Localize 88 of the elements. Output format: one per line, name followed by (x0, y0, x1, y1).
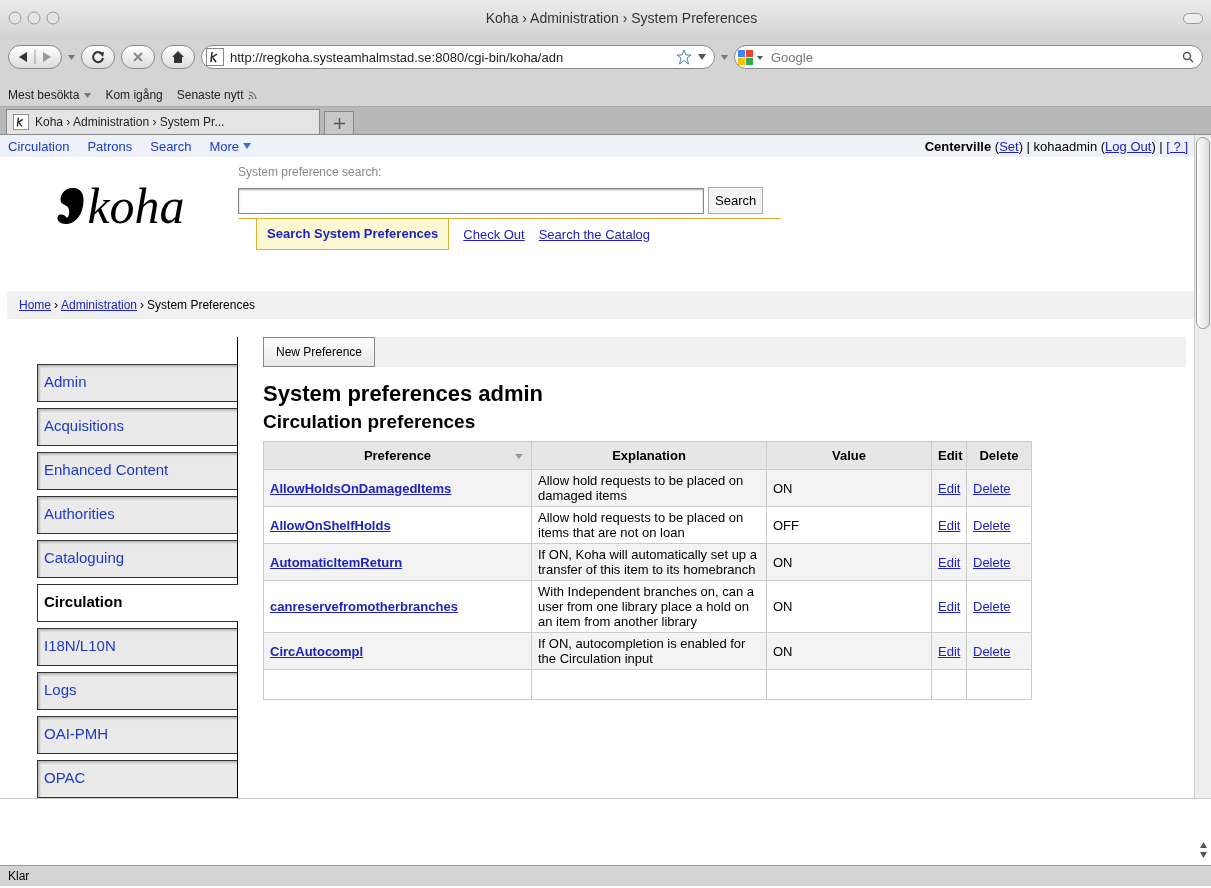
table-cell: ON (766, 580, 932, 633)
preference-link[interactable]: CircAutocompl (270, 643, 364, 659)
reload-icon[interactable] (91, 50, 105, 64)
login-text: ( (993, 138, 1000, 154)
caret-icon[interactable] (243, 143, 252, 149)
breadcrumb-separator: › (140, 298, 145, 312)
table-cell: If ON, Koha will automatically set up a transfer of this item to its homebranch (531, 543, 767, 581)
sidebar-item[interactable]: Circulation (37, 584, 238, 622)
site-favicon-icon (206, 48, 224, 66)
caret-icon[interactable] (721, 54, 728, 60)
window-title: Koha › Administration › System Preferences (484, 10, 759, 26)
browser-tab[interactable]: Koha › Administration › System Pr... (6, 109, 320, 134)
sidebar-item[interactable]: Enhanced Content (37, 452, 237, 490)
nav-link[interactable]: More (209, 138, 252, 154)
caret-icon[interactable] (68, 54, 75, 60)
login-text: ) | kohaadmin ( (1018, 138, 1106, 154)
delete-link[interactable]: Delete (973, 599, 1011, 614)
column-header[interactable]: Delete (966, 441, 1032, 470)
sidebar-item[interactable]: Cataloguing (37, 540, 237, 578)
search-tab[interactable]: Search the Catalog (538, 221, 650, 250)
stop-button[interactable] (121, 45, 155, 69)
sidebar-item[interactable]: Admin (37, 364, 237, 402)
reload-button[interactable] (81, 45, 115, 69)
bookmark-link[interactable]: Senaste nytt (176, 88, 259, 102)
breadcrumb-current: System Preferences (147, 298, 256, 312)
house-icon[interactable] (171, 50, 185, 64)
scroll-arrows-icon[interactable] (1199, 839, 1208, 861)
login-link[interactable]: Log Out (1105, 138, 1152, 154)
sidebar-item[interactable]: I18N/L10N (37, 628, 237, 666)
address-field[interactable]: http://regkoha.systeamhalmstad.se:8080/cgi-bin/koha/adn (201, 45, 715, 69)
table-cell: ON (766, 469, 932, 507)
breadcrumb-link[interactable]: Home (19, 298, 51, 312)
feed-icon[interactable] (248, 90, 259, 100)
status-text: Klar (8, 869, 30, 883)
bookmark-star-icon[interactable] (676, 49, 692, 65)
sidebar-item[interactable]: OAI-PMH (37, 716, 237, 754)
search-bar[interactable]: Google (734, 45, 1203, 69)
search-icon[interactable] (1182, 51, 1194, 63)
bookmark-link[interactable]: Mest besökta (8, 88, 92, 102)
home-button[interactable] (161, 45, 195, 69)
table-cell: Allow hold requests to be placed on damaged items (531, 469, 767, 507)
login-link[interactable]: [ ? ] (1166, 138, 1188, 154)
branch-name: Centerville (924, 138, 992, 154)
plus-icon[interactable] (333, 117, 345, 129)
login-text: ) | (1151, 138, 1164, 154)
breadcrumb-link[interactable]: Administration (61, 298, 138, 312)
sort-caret-icon[interactable] (515, 454, 523, 459)
sidebar-item[interactable]: Acquisitions (37, 408, 237, 446)
preference-search-field[interactable] (238, 187, 704, 214)
sidebar-item[interactable]: Authorities (37, 496, 237, 534)
new-preference-button[interactable]: New Preference (263, 337, 376, 367)
page-heading: System preferences admin (263, 381, 545, 407)
table-cell: If ON, autocompletion is enabled for the Circulation input (531, 632, 767, 670)
new-tab-button[interactable] (324, 111, 354, 134)
login-link[interactable]: Set (999, 138, 1019, 154)
nav-link[interactable]: Search (150, 138, 192, 154)
site-favicon-icon (13, 114, 29, 130)
back-forward-button[interactable] (8, 45, 62, 69)
close-icon[interactable] (131, 50, 145, 64)
breadcrumb-separator: › (54, 298, 58, 312)
nav-link[interactable]: Patrons (87, 138, 133, 154)
column-header[interactable]: Edit (931, 441, 967, 470)
scrollbar[interactable] (1194, 135, 1211, 798)
table-cell: ON (766, 632, 932, 670)
column-header[interactable]: Preference (263, 441, 532, 470)
table-cell: With Independent branches on, can a user from one library place a hold on an item from another library (531, 580, 767, 633)
column-header[interactable]: Value (766, 441, 932, 470)
search-tab[interactable]: Check Out (463, 221, 525, 250)
column-header[interactable]: Explanation (531, 441, 767, 470)
nav-link[interactable]: Circulation (8, 138, 70, 154)
sidebar-item[interactable]: OPAC (37, 760, 237, 798)
preference-link[interactable]: canreservefromotherbranches (270, 599, 458, 614)
search-engine-icon[interactable] (737, 48, 765, 66)
table-cell: Allow hold requests to be placed on items that are not on loan (531, 506, 767, 544)
search-label: System preference search: (238, 165, 383, 179)
edit-link[interactable]: Edit (938, 599, 961, 614)
table-cell: OFF (766, 506, 932, 544)
caret-icon[interactable] (698, 54, 706, 60)
section-heading: Circulation preferences (263, 411, 477, 433)
caret-icon[interactable] (84, 92, 92, 98)
koha-logo[interactable]: koha (0, 171, 238, 241)
sidebar-item[interactable]: Logs (37, 672, 237, 710)
table-cell: ON (766, 543, 932, 581)
toolbar-toggle-button[interactable] (1183, 12, 1203, 24)
preference-link[interactable]: AllowOnShelfHolds (270, 517, 391, 533)
search-button[interactable]: Search (708, 187, 764, 214)
bookmark-link[interactable]: Kom igång (105, 88, 163, 102)
search-tab[interactable]: Search System Preferences (256, 219, 450, 250)
